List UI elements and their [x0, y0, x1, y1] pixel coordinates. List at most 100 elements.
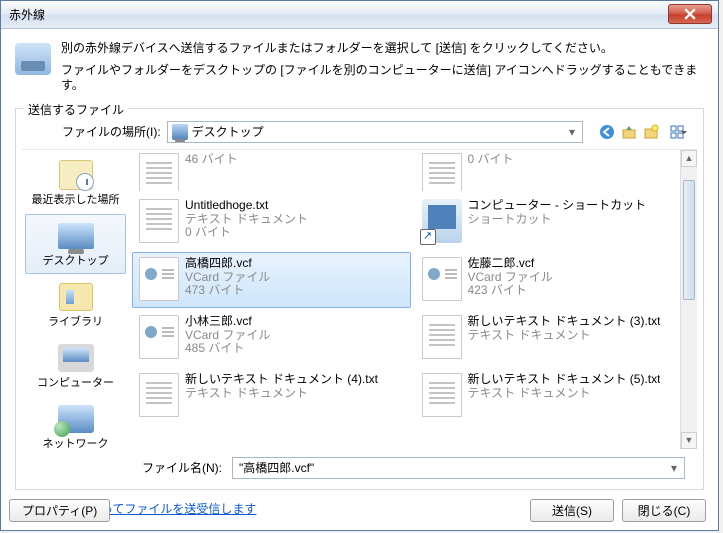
places-network-label: ネットワーク	[43, 438, 109, 450]
recent-places-icon	[59, 160, 93, 190]
places-library-label: ライブラリ	[48, 316, 103, 328]
file-item[interactable]: 0 バイト	[415, 152, 694, 192]
file-name: コンピューター - ショートカット	[468, 199, 647, 213]
file-size: 0 バイト	[185, 226, 308, 240]
location-label: ファイルの場所(I):	[62, 123, 161, 140]
txt-file-icon	[422, 373, 462, 417]
file-type: テキスト ドキュメント	[185, 387, 378, 401]
places-desktop[interactable]: デスクトップ	[25, 214, 126, 274]
places-bar: 最近表示した場所 デスクトップ ライブラリ コンピューター	[22, 150, 130, 449]
view-mode-button[interactable]	[663, 122, 691, 142]
places-desktop-label: デスクトップ	[43, 255, 109, 267]
library-icon	[59, 283, 93, 311]
file-item[interactable]: 高橋四郎.vcfVCard ファイル473 バイト	[132, 252, 411, 308]
view-menu-icon	[670, 125, 684, 139]
desktop-icon	[58, 223, 94, 249]
places-computer[interactable]: コンピューター	[25, 336, 126, 396]
shortcut-overlay-icon: ↗	[420, 229, 436, 245]
new-folder-icon	[643, 124, 659, 140]
file-name: 新しいテキスト ドキュメント (3).txt	[468, 315, 661, 329]
window-close-button[interactable]	[668, 4, 712, 24]
file-type: テキスト ドキュメント	[185, 213, 308, 227]
txt-file-icon	[422, 153, 462, 192]
close-button[interactable]: 閉じる(C)	[622, 499, 706, 522]
scroll-thumb[interactable]	[683, 180, 695, 300]
file-type: VCard ファイル	[468, 271, 553, 285]
file-size: 423 バイト	[468, 284, 553, 298]
back-icon	[599, 124, 615, 140]
location-row: ファイルの場所(I): デスクトップ ▾	[22, 121, 697, 147]
file-item[interactable]: 46 バイト	[132, 152, 411, 192]
file-item[interactable]: ↗ コンピューター - ショートカットショートカット	[415, 194, 694, 250]
up-level-icon	[621, 124, 637, 140]
file-name: 高橋四郎.vcf	[185, 257, 270, 271]
file-type: ショートカット	[468, 213, 647, 227]
file-item[interactable]: 新しいテキスト ドキュメント (4).txtテキスト ドキュメント	[132, 368, 411, 424]
filename-combo[interactable]: "高橋四郎.vcf" ▾	[232, 457, 685, 479]
send-button[interactable]: 送信(S)	[530, 499, 614, 522]
up-one-level-button[interactable]	[619, 122, 639, 142]
file-name: 小林三郎.vcf	[185, 315, 270, 329]
file-type: テキスト ドキュメント	[468, 387, 661, 401]
infrared-dialog: 赤外線 別の赤外線デバイスへ送信するファイルまたはフォルダーを選択して [送信]…	[0, 0, 719, 531]
desktop-icon	[172, 124, 188, 140]
browser-toolbar	[597, 122, 691, 142]
file-browser: ファイルの場所(I): デスクトップ ▾	[22, 121, 697, 481]
file-item[interactable]: 新しいテキスト ドキュメント (5).txtテキスト ドキュメント	[415, 368, 694, 424]
file-item[interactable]: 佐藤二郎.vcfVCard ファイル423 バイト	[415, 252, 694, 308]
file-select-group: 送信するファイル ファイルの場所(I): デスクトップ ▾	[15, 108, 704, 490]
txt-file-icon	[139, 199, 179, 243]
file-size: 0 バイト	[468, 153, 514, 167]
vcf-file-icon	[139, 257, 179, 301]
vcf-file-icon	[422, 257, 462, 301]
places-recent-label: 最近表示した場所	[32, 194, 120, 206]
file-name: Untitledhoge.txt	[185, 199, 308, 213]
file-item[interactable]: Untitledhoge.txtテキスト ドキュメント0 バイト	[132, 194, 411, 250]
txt-file-icon	[139, 153, 179, 192]
computer-icon	[58, 344, 94, 372]
button-bar: プロパティ(P) 送信(S) 閉じる(C)	[9, 499, 706, 522]
dialog-header: 別の赤外線デバイスへ送信するファイルまたはフォルダーを選択して [送信] をクリ…	[15, 41, 704, 100]
scroll-down-button[interactable]: ▼	[681, 432, 697, 449]
txt-file-icon	[139, 373, 179, 417]
filename-label: ファイル名(N):	[142, 459, 222, 476]
instruction-line-2: ファイルやフォルダーをデスクトップの [ファイルを別のコンピューターに送信] ア…	[61, 63, 704, 94]
file-name: 新しいテキスト ドキュメント (5).txt	[468, 373, 661, 387]
vcf-file-icon	[139, 315, 179, 359]
chevron-down-icon: ▾	[564, 124, 580, 140]
infrared-icon	[15, 43, 51, 75]
chevron-down-icon: ▾	[666, 460, 682, 476]
txt-file-icon	[422, 315, 462, 359]
new-folder-button[interactable]	[641, 122, 661, 142]
window-title: 赤外線	[9, 6, 45, 23]
file-size: 46 バイト	[185, 153, 238, 167]
scroll-up-button[interactable]: ▲	[681, 150, 697, 167]
file-item[interactable]: 小林三郎.vcfVCard ファイル485 バイト	[132, 310, 411, 366]
properties-button[interactable]: プロパティ(P)	[9, 499, 110, 522]
dialog-content: 別の赤外線デバイスへ送信するファイルまたはフォルダーを選択して [送信] をクリ…	[1, 29, 718, 529]
close-icon	[684, 8, 696, 20]
file-size: 473 バイト	[185, 284, 270, 298]
places-recent[interactable]: 最近表示した場所	[25, 153, 126, 213]
places-network[interactable]: ネットワーク	[25, 397, 126, 457]
computer-file-icon: ↗	[422, 199, 462, 243]
file-size: 485 バイト	[185, 342, 270, 356]
browser-body: 最近表示した場所 デスクトップ ライブラリ コンピューター	[22, 149, 697, 449]
file-type: テキスト ドキュメント	[468, 329, 661, 343]
file-type: VCard ファイル	[185, 271, 270, 285]
title-bar: 赤外線	[1, 1, 718, 29]
places-computer-label: コンピューター	[37, 377, 114, 389]
file-item[interactable]: 新しいテキスト ドキュメント (3).txtテキスト ドキュメント	[415, 310, 694, 366]
dialog-instruction: 別の赤外線デバイスへ送信するファイルまたはフォルダーを選択して [送信] をクリ…	[61, 41, 704, 100]
group-label: 送信するファイル	[24, 101, 128, 118]
back-button[interactable]	[597, 122, 617, 142]
file-type: VCard ファイル	[185, 329, 270, 343]
instruction-line-1: 別の赤外線デバイスへ送信するファイルまたはフォルダーを選択して [送信] をクリ…	[61, 41, 704, 57]
vertical-scrollbar[interactable]: ▲ ▼	[680, 150, 697, 449]
places-library[interactable]: ライブラリ	[25, 275, 126, 335]
filename-value: "高橋四郎.vcf"	[239, 459, 314, 476]
network-icon	[58, 405, 94, 433]
file-list[interactable]: 46 バイト0 バイトUntitledhoge.txtテキスト ドキュメント0 …	[130, 150, 697, 449]
file-name: 佐藤二郎.vcf	[468, 257, 553, 271]
location-combo[interactable]: デスクトップ ▾	[167, 121, 583, 143]
